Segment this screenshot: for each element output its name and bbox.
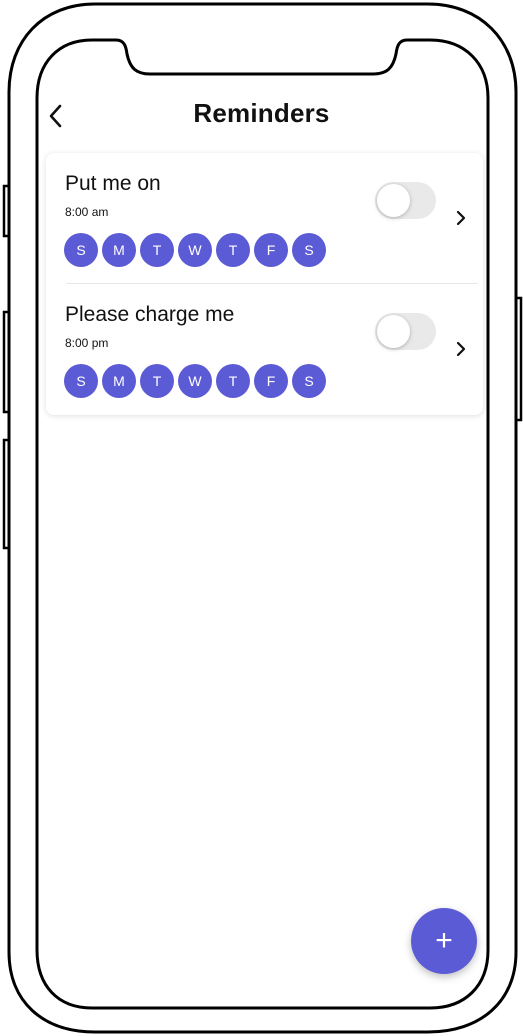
reminder-toggle[interactable] — [375, 313, 436, 350]
day-monday[interactable]: M — [102, 233, 136, 267]
reminder-days: S M T W T F S — [64, 233, 326, 267]
day-friday[interactable]: F — [254, 364, 288, 398]
day-monday[interactable]: M — [102, 364, 136, 398]
day-wednesday[interactable]: W — [178, 364, 212, 398]
reminder-item[interactable]: Put me on 8:00 am S M T W T F S — [46, 153, 483, 283]
day-wednesday[interactable]: W — [178, 233, 212, 267]
reminders-list: Put me on 8:00 am S M T W T F S Please c… — [46, 153, 483, 415]
add-reminder-button[interactable]: + — [411, 908, 477, 974]
plus-icon: + — [435, 924, 453, 957]
day-sunday[interactable]: S — [64, 233, 98, 267]
reminder-title: Please charge me — [65, 303, 235, 326]
chevron-right-icon[interactable] — [454, 209, 468, 227]
day-sunday[interactable]: S — [64, 364, 98, 398]
day-tuesday[interactable]: T — [140, 233, 174, 267]
day-saturday[interactable]: S — [292, 233, 326, 267]
reminder-days: S M T W T F S — [64, 364, 326, 398]
reminder-time: 8:00 pm — [65, 336, 109, 350]
toggle-knob — [377, 184, 410, 217]
day-thursday[interactable]: T — [216, 233, 250, 267]
reminder-item[interactable]: Please charge me 8:00 pm S M T W T F S — [46, 284, 483, 414]
day-thursday[interactable]: T — [216, 364, 250, 398]
day-saturday[interactable]: S — [292, 364, 326, 398]
reminder-toggle[interactable] — [375, 182, 436, 219]
chevron-right-icon[interactable] — [454, 340, 468, 358]
toggle-knob — [377, 315, 410, 348]
page-title: Reminders — [193, 98, 330, 128]
reminder-time: 8:00 am — [65, 205, 109, 219]
day-tuesday[interactable]: T — [140, 364, 174, 398]
day-friday[interactable]: F — [254, 233, 288, 267]
reminder-title: Put me on — [65, 172, 161, 195]
